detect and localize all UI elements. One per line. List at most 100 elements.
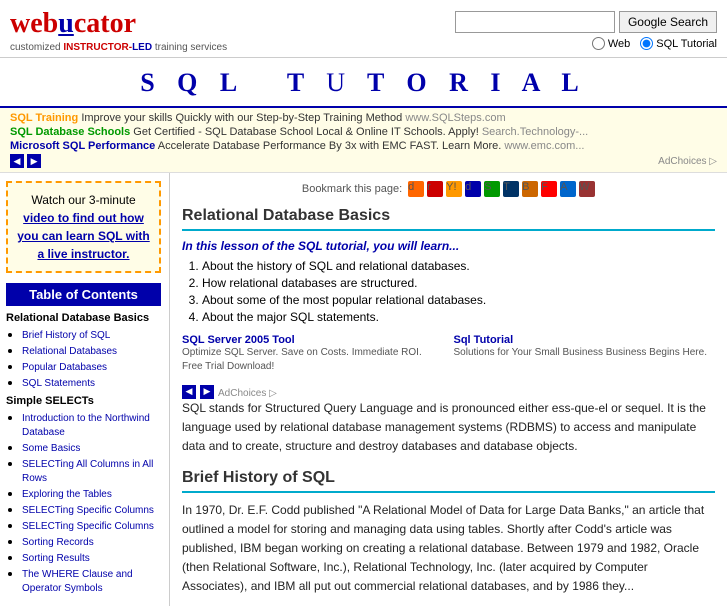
toc-link[interactable]: SELECTing All Columns in All Rows <box>22 459 153 484</box>
logo-web: web <box>10 8 58 39</box>
content-ad-text-1: Optimize SQL Server. Save on Costs. Imme… <box>182 346 444 374</box>
toc-section-1-items: Introduction to the Northwind Database S… <box>6 410 161 594</box>
header: webucator customized INSTRUCTOR-LED trai… <box>0 0 727 58</box>
bookmark-icon-10[interactable]: W <box>579 181 595 197</box>
content: Bookmark this page: d r Y! d S T B F A W… <box>170 173 727 606</box>
brief-title: Brief History of SQL <box>182 469 715 493</box>
bookmark-icon-1[interactable]: d <box>408 181 424 197</box>
content-ad-title-2[interactable]: Sql Tutorial <box>454 334 716 346</box>
ad-link-3[interactable]: Microsoft SQL Performance <box>10 140 155 152</box>
lesson-intro: In this lesson of the SQL tutorial, you … <box>182 239 715 253</box>
toc-link[interactable]: SELECTing Specific Columns <box>22 505 154 516</box>
content-ads: SQL Server 2005 Tool Optimize SQL Server… <box>182 334 715 374</box>
logo-u: u <box>58 8 74 39</box>
logo-cator: cator <box>74 8 136 39</box>
list-item: Sorting Records <box>22 534 161 548</box>
bookmark-icon-5[interactable]: S <box>484 181 500 197</box>
logo: webucator <box>10 8 227 40</box>
tagline-post: training services <box>155 42 227 53</box>
toc-link[interactable]: SQL Statements <box>22 378 95 389</box>
list-item: SELECTing Specific Columns <box>22 518 161 532</box>
list-item: The WHERE Clause and Operator Symbols <box>22 566 161 594</box>
toc-section-1-title: Simple SELECTs <box>6 395 161 407</box>
promo-box: Watch our 3-minute video to find out how… <box>6 181 161 273</box>
ad-link-2[interactable]: SQL Database Schools <box>10 126 130 138</box>
radio-web-input[interactable] <box>592 37 605 50</box>
ad-choices: AdChoices ▷ <box>658 156 717 167</box>
sql-banner: S Q L T u t o r i a l <box>0 58 727 108</box>
list-item: Sorting Results <box>22 550 161 564</box>
next-arrow[interactable]: ▶ <box>27 154 41 168</box>
search-area: Google Search Web SQL Tutorial <box>455 11 717 50</box>
bookmark-icons: d r Y! d S T B F A W <box>408 181 595 197</box>
radio-row: Web SQL Tutorial <box>592 37 717 50</box>
toc-link[interactable]: Relational Databases <box>22 346 117 357</box>
ads-bar: SQL Training Improve your skills Quickly… <box>0 108 727 173</box>
list-item: Some Basics <box>22 440 161 454</box>
toc-link[interactable]: Exploring the Tables <box>22 489 112 500</box>
search-row: Google Search <box>455 11 717 33</box>
ad-url-1: www.SQLSteps.com <box>405 112 505 124</box>
toc-link[interactable]: Some Basics <box>22 443 80 454</box>
search-button[interactable]: Google Search <box>619 11 717 33</box>
list-item: SQL Statements <box>22 375 161 389</box>
list-item: Exploring the Tables <box>22 486 161 500</box>
list-item: SELECTing All Columns in All Rows <box>22 456 161 484</box>
content-ad-title-1[interactable]: SQL Server 2005 Tool <box>182 334 444 346</box>
radio-sql-input[interactable] <box>640 37 653 50</box>
bookmark-icon-7[interactable]: B <box>522 181 538 197</box>
ad-line-3: Microsoft SQL Performance Accelerate Dat… <box>10 140 717 152</box>
section-title: Relational Database Basics <box>182 207 715 231</box>
list-item: Relational Databases <box>22 343 161 357</box>
list-item: How relational databases are structured. <box>202 276 715 290</box>
tagline-customized: customized <box>10 42 61 53</box>
brief-text: In 1970, Dr. E.F. Codd published "A Rela… <box>182 501 715 597</box>
toc-heading: Table of Contents <box>6 283 161 306</box>
radio-sql[interactable]: SQL Tutorial <box>640 37 717 50</box>
content-prev-arrow[interactable]: ◀ <box>182 385 196 399</box>
toc-link[interactable]: The WHERE Clause and Operator Symbols <box>22 569 133 594</box>
toc-section-0-title: Relational Database Basics <box>6 312 161 324</box>
bookmark-icon-3[interactable]: Y! <box>446 181 462 197</box>
bookmark-icon-6[interactable]: T <box>503 181 519 197</box>
ad-text-3: Accelerate Database Performance By 3x wi… <box>158 140 505 152</box>
ad-link-1[interactable]: SQL Training <box>10 112 78 124</box>
radio-web[interactable]: Web <box>592 37 630 50</box>
prev-arrow[interactable]: ◀ <box>10 154 24 168</box>
sql-desc: SQL stands for Structured Query Language… <box>182 399 715 457</box>
bookmark-row: Bookmark this page: d r Y! d S T B F A W <box>182 181 715 197</box>
nav-arrows: ◀ ▶ <box>10 154 41 168</box>
radio-sql-label: SQL Tutorial <box>656 38 717 50</box>
list-item: About the history of SQL and relational … <box>202 259 715 273</box>
ad-line-1: SQL Training Improve your skills Quickly… <box>10 112 717 124</box>
bookmark-icon-8[interactable]: F <box>541 181 557 197</box>
ad-url-2: Search.Technology-... <box>482 126 588 138</box>
toc-link[interactable]: SELECTing Specific Columns <box>22 521 154 532</box>
tagline-led: LED <box>132 42 152 53</box>
toc-link[interactable]: Sorting Results <box>22 553 90 564</box>
promo-line1: Watch our 3-minute <box>31 193 135 207</box>
toc-link[interactable]: Popular Databases <box>22 362 107 373</box>
content-ad-2: Sql Tutorial Solutions for Your Small Bu… <box>454 334 716 374</box>
ad-text-2: Get Certified - SQL Database School Loca… <box>133 126 482 138</box>
search-input[interactable] <box>455 11 615 33</box>
bookmark-text: Bookmark this page: <box>302 183 402 195</box>
bookmark-icon-9[interactable]: A <box>560 181 576 197</box>
toc-link[interactable]: Sorting Records <box>22 537 94 548</box>
bookmark-icon-4[interactable]: d <box>465 181 481 197</box>
promo-link[interactable]: video to find out how you can learn SQL … <box>17 211 149 261</box>
list-item: SELECTing Specific Columns <box>22 502 161 516</box>
ad-line-2: SQL Database Schools Get Certified - SQL… <box>10 126 717 138</box>
list-item: Popular Databases <box>22 359 161 373</box>
list-item: Brief History of SQL <box>22 327 161 341</box>
content-next-arrow[interactable]: ▶ <box>200 385 214 399</box>
tagline-instructor: INSTRUCTOR- <box>63 42 132 53</box>
list-item: About the major SQL statements. <box>202 310 715 324</box>
toc-link[interactable]: Brief History of SQL <box>22 330 110 341</box>
toc-link[interactable]: Introduction to the Northwind Database <box>22 413 150 438</box>
bookmark-icon-2[interactable]: r <box>427 181 443 197</box>
toc-section-0-items: Brief History of SQL Relational Database… <box>6 327 161 389</box>
lesson-list: About the history of SQL and relational … <box>182 259 715 324</box>
main: Watch our 3-minute video to find out how… <box>0 173 727 606</box>
sidebar: Watch our 3-minute video to find out how… <box>0 173 170 606</box>
